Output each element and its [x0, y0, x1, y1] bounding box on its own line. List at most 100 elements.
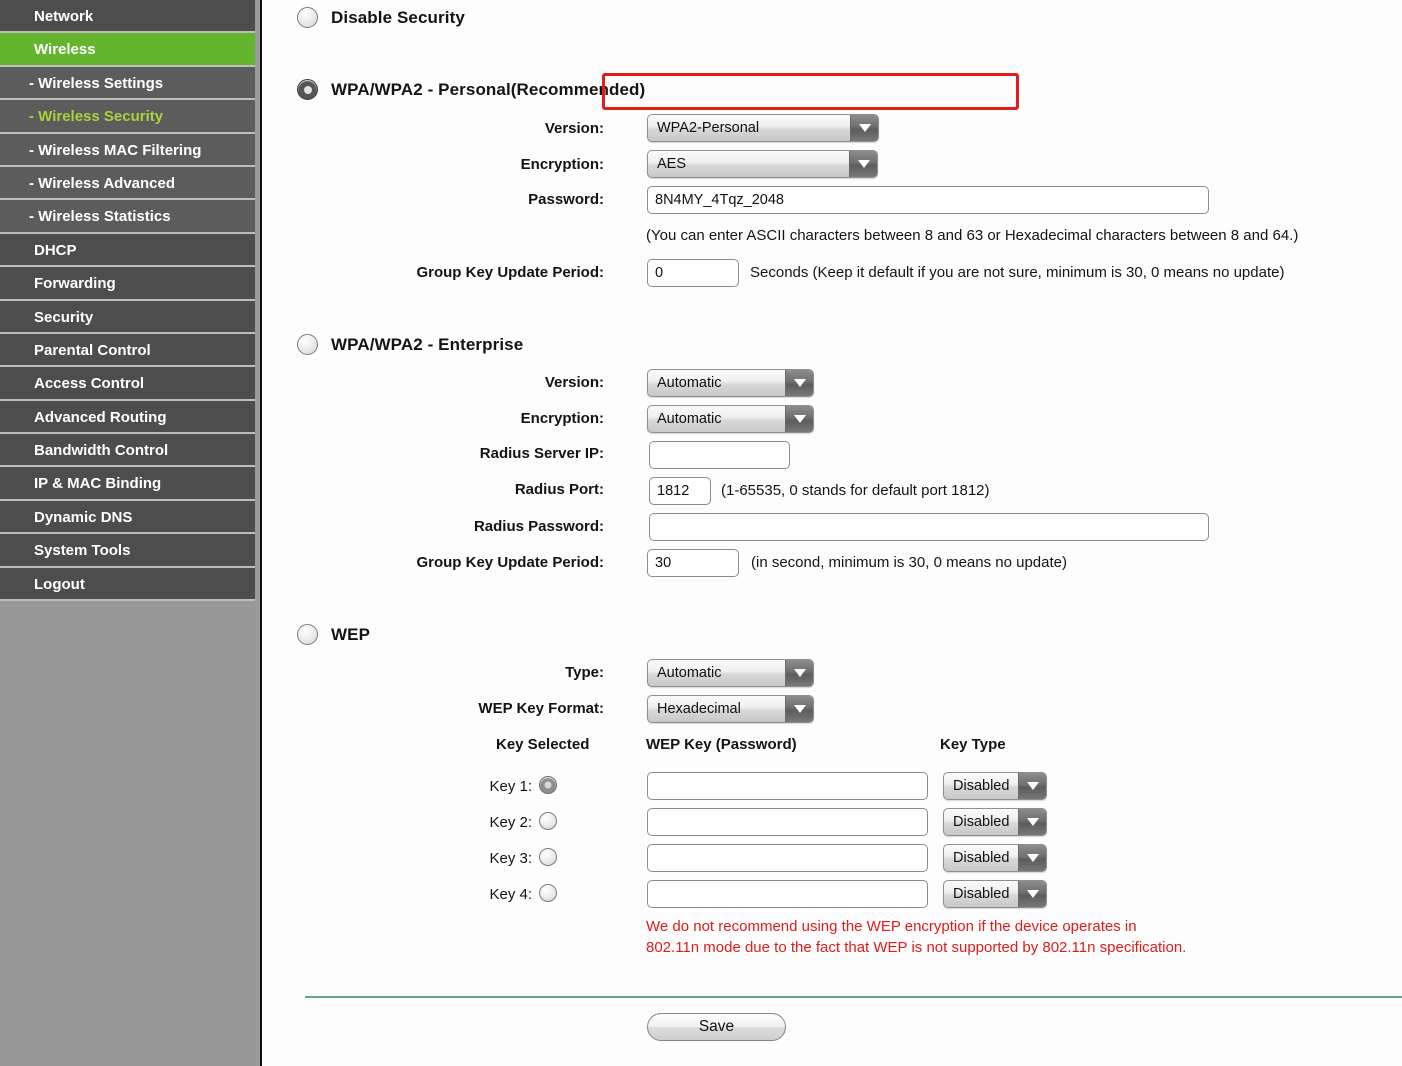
radio-wpa-personal[interactable]	[297, 79, 318, 100]
sidebar-item-advanced-routing[interactable]: Advanced Routing	[0, 400, 255, 435]
label-disable-security: Disable Security	[331, 7, 465, 27]
option-wpa-personal[interactable]: WPA/WPA2 - Personal(Recommended)	[297, 79, 645, 100]
select-wep-key-type-3-value: Disabled	[953, 850, 1010, 866]
sidebar-item-network[interactable]: Network	[0, 0, 255, 34]
select-personal-version-value: WPA2-Personal	[657, 120, 760, 136]
select-wep-key-type-4-value: Disabled	[953, 886, 1010, 902]
select-wep-key-type-4[interactable]: Disabled	[943, 880, 1047, 908]
input-radius-server-ip[interactable]	[649, 441, 790, 469]
sidebar-item-wireless-settings[interactable]: - Wireless Settings	[0, 66, 255, 101]
label-wep: WEP	[331, 624, 371, 644]
label-wep-key-format: WEP Key Format:	[478, 700, 604, 717]
select-wep-key-type-3[interactable]: Disabled	[943, 844, 1047, 872]
option-wpa-enterprise[interactable]: WPA/WPA2 - Enterprise	[297, 334, 523, 355]
label-personal-password: Password:	[528, 191, 604, 208]
chevron-down-icon	[785, 696, 813, 722]
label-wep-key-3: Key 3:	[489, 850, 532, 867]
sidebar-item-wireless-security[interactable]: - Wireless Security	[0, 100, 255, 134]
radio-wep-key-2[interactable]	[539, 812, 557, 830]
select-personal-encryption[interactable]: AES	[647, 150, 878, 178]
sidebar-item-parental-control[interactable]: Parental Control	[0, 333, 255, 368]
select-enterprise-version[interactable]: Automatic	[647, 369, 814, 397]
sidebar-item-wireless-advanced[interactable]: - Wireless Advanced	[0, 166, 255, 201]
select-wep-key-format-value: Hexadecimal	[657, 701, 741, 717]
sidebar-item-security[interactable]: Security	[0, 300, 255, 334]
select-wep-key-type-1-value: Disabled	[953, 778, 1010, 794]
select-enterprise-version-value: Automatic	[657, 375, 722, 391]
chevron-down-icon	[1018, 845, 1046, 871]
select-enterprise-encryption[interactable]: Automatic	[647, 405, 814, 433]
chevron-down-icon	[785, 406, 813, 432]
footer-divider	[305, 996, 1402, 998]
chevron-down-icon	[785, 370, 813, 396]
select-personal-encryption-value: AES	[657, 156, 687, 172]
sidebar-item-ip-mac-binding[interactable]: IP & MAC Binding	[0, 467, 255, 501]
label-wep-key-1: Key 1:	[489, 778, 532, 795]
hint-radius-port: (1-65535, 0 stands for default port 1812…	[721, 482, 990, 499]
sidebar-item-logout[interactable]: Logout	[0, 567, 255, 602]
hint-enterprise-group-key: (in second, minimum is 30, 0 means no up…	[751, 554, 1067, 571]
label-radius-server-ip: Radius Server IP:	[479, 445, 604, 462]
main-content: Disable Security WPA/WPA2 - Personal(Rec…	[264, 0, 1402, 1066]
sidebar-item-forwarding[interactable]: Forwarding	[0, 267, 255, 301]
option-wep[interactable]: WEP	[297, 624, 370, 645]
chevron-down-icon	[1018, 773, 1046, 799]
label-radius-port: Radius Port:	[514, 481, 604, 498]
select-wep-type[interactable]: Automatic	[647, 659, 814, 687]
input-wep-key-4[interactable]	[647, 880, 928, 908]
select-wep-key-format[interactable]: Hexadecimal	[647, 695, 814, 723]
input-enterprise-group-key-period[interactable]	[647, 549, 739, 577]
column-header-key-type: Key Type	[940, 736, 1006, 753]
radio-disable-security[interactable]	[297, 7, 318, 28]
select-enterprise-encryption-value: Automatic	[657, 411, 722, 427]
input-radius-password[interactable]	[649, 513, 1209, 541]
sidebar-item-system-tools[interactable]: System Tools	[0, 534, 255, 568]
label-enterprise-version: Version:	[544, 374, 604, 391]
sidebar-item-wireless[interactable]: Wireless	[0, 33, 255, 67]
input-wireless-password[interactable]	[647, 186, 1209, 214]
column-header-wep-key: WEP Key (Password)	[646, 736, 797, 753]
chevron-down-icon	[1018, 809, 1046, 835]
input-wep-key-3[interactable]	[647, 844, 928, 872]
select-wep-key-type-2[interactable]: Disabled	[943, 808, 1047, 836]
label-enterprise-encryption: Encryption:	[520, 410, 604, 427]
radio-wep-key-3[interactable]	[539, 848, 557, 866]
radio-wpa-enterprise[interactable]	[297, 334, 318, 355]
label-personal-version: Version:	[544, 120, 604, 137]
radio-wep-key-1[interactable]	[539, 776, 557, 794]
save-button[interactable]: Save	[647, 1013, 786, 1041]
option-disable-security[interactable]: Disable Security	[297, 7, 465, 28]
sidebar-item-wireless-mac-filtering[interactable]: - Wireless MAC Filtering	[0, 133, 255, 167]
sidebar-navigation: Network Wireless - Wireless Settings - Wire…	[0, 0, 262, 1066]
label-enterprise-group-key: Group Key Update Period:	[416, 554, 604, 571]
chevron-down-icon	[1018, 881, 1046, 907]
radio-wep[interactable]	[297, 624, 318, 645]
sidebar-menu-list: Network Wireless - Wireless Settings - Wire…	[0, 0, 255, 602]
input-personal-group-key-period[interactable]	[647, 259, 739, 287]
select-wep-key-type-2-value: Disabled	[953, 814, 1010, 830]
chevron-down-icon	[849, 151, 877, 177]
sidebar-item-dynamic-dns[interactable]: Dynamic DNS	[0, 500, 255, 535]
column-header-key-selected: Key Selected	[496, 736, 590, 753]
wep-warning-line2: 802.11n mode due to the fact that WEP is…	[646, 939, 1187, 956]
select-personal-version[interactable]: WPA2-Personal	[647, 114, 879, 142]
sidebar-item-access-control[interactable]: Access Control	[0, 367, 255, 401]
label-personal-group-key: Group Key Update Period:	[416, 264, 604, 281]
hint-password-format: (You can enter ASCII characters between …	[646, 227, 1299, 244]
label-wpa-enterprise: WPA/WPA2 - Enterprise	[331, 334, 524, 354]
input-wep-key-2[interactable]	[647, 808, 928, 836]
wep-warning-line1: We do not recommend using the WEP encryp…	[646, 918, 1137, 935]
input-wep-key-1[interactable]	[647, 772, 928, 800]
sidebar-item-wireless-statistics[interactable]: - Wireless Statistics	[0, 200, 255, 234]
select-wep-key-type-1[interactable]: Disabled	[943, 772, 1047, 800]
sidebar-item-bandwidth-control[interactable]: Bandwidth Control	[0, 434, 255, 468]
radio-wep-key-4[interactable]	[539, 884, 557, 902]
highlight-box-wpa-personal	[602, 73, 1019, 110]
label-radius-password: Radius Password:	[473, 518, 604, 535]
input-radius-port[interactable]	[649, 477, 711, 505]
label-personal-encryption: Encryption:	[520, 156, 604, 173]
label-wep-key-2: Key 2:	[489, 814, 532, 831]
sidebar-item-dhcp[interactable]: DHCP	[0, 233, 255, 268]
label-wpa-personal: WPA/WPA2 - Personal(Recommended)	[331, 79, 646, 99]
label-wep-key-4: Key 4:	[489, 886, 532, 903]
